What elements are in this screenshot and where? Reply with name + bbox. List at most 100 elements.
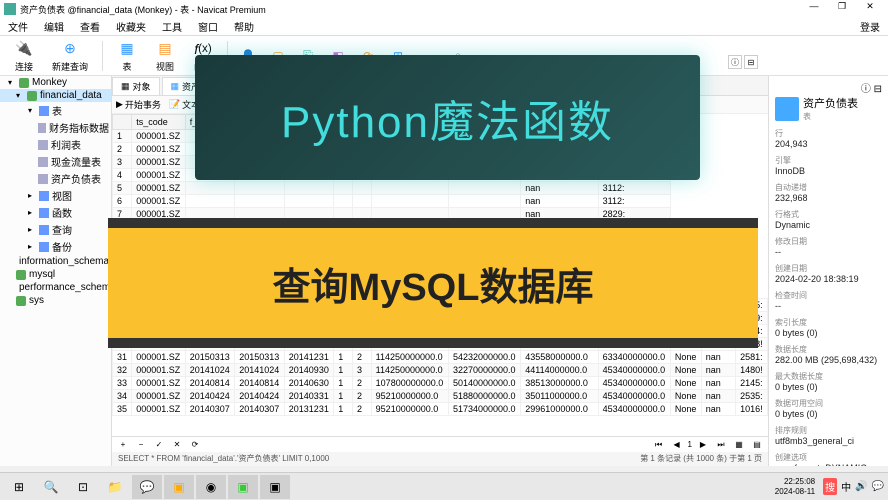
tree-db-item[interactable]: information_schema <box>0 255 111 268</box>
tree-funcs[interactable]: ▸函数 <box>0 204 111 221</box>
overlay-python: Python魔法函数 <box>195 55 700 180</box>
nav-form-mode[interactable]: ▤ <box>750 440 764 449</box>
login-button[interactable]: 登录 <box>852 19 888 34</box>
table-button[interactable]: ▦ 表 <box>109 37 145 75</box>
folder-icon <box>39 106 49 116</box>
nav-next[interactable]: ▶ <box>696 440 710 449</box>
tree-queries[interactable]: ▸查询 <box>0 221 111 238</box>
table-leaf-icon <box>38 157 48 167</box>
table-icon: ▦ <box>117 39 137 59</box>
overlay-query: 查询MySQL数据库 <box>108 218 758 348</box>
start-button[interactable]: ⊞ <box>4 475 34 499</box>
nav-grid-mode[interactable]: ▦ <box>732 440 746 449</box>
grid-icon: ▦ <box>121 81 130 92</box>
maximize-button[interactable]: ❐ <box>828 1 856 17</box>
folder-icon <box>39 242 49 252</box>
tree-table-item[interactable]: 资产负债表 <box>0 170 111 187</box>
tray-icon[interactable]: 中 <box>841 479 851 494</box>
page-num: 1 <box>688 440 692 449</box>
table-row[interactable]: 6000001.SZnan3112: <box>113 195 768 208</box>
tree-table-item[interactable]: 利润表 <box>0 136 111 153</box>
table-row[interactable]: 32000001.SZ20141024201410242014093013114… <box>113 364 768 377</box>
properties-panel: ⓘ ⊟ 资产负债表 表 行204,943 引擎InnoDB 自动递增232,96… <box>768 76 888 466</box>
folder-icon <box>39 208 49 218</box>
connect-label: 连接 <box>15 60 33 73</box>
table-row[interactable]: 31000001.SZ20150313201503132014123112114… <box>113 351 768 364</box>
column-header[interactable]: ts_code <box>132 115 186 130</box>
system-tray[interactable]: 搜 中 🔊 💬 <box>823 478 884 495</box>
column-header[interactable] <box>113 115 132 130</box>
tree-tables[interactable]: ▾表 <box>0 102 111 119</box>
explorer-button[interactable]: 📁 <box>100 475 130 499</box>
minimize-button[interactable]: — <box>800 1 828 17</box>
panel-close-icon[interactable]: ⊟ <box>874 84 882 95</box>
tree-db-item[interactable]: performance_schema <box>0 281 111 294</box>
nav-add[interactable]: + <box>116 440 130 449</box>
tree-root[interactable]: ▾Monkey <box>0 76 111 89</box>
clock[interactable]: 22:25:08 2024-08-11 <box>769 477 821 496</box>
record-navigator: + − ✓ ✕ ⟳ ⏮ ◀ 1 ▶ ⏭ ▦ ▤ <box>112 436 768 452</box>
query-icon: ⊕ <box>60 39 80 59</box>
nav-prev[interactable]: ◀ <box>670 440 684 449</box>
pager-close[interactable]: ⊟ <box>744 55 758 69</box>
table-leaf-icon <box>38 123 46 133</box>
play-icon: ▶ <box>116 99 123 110</box>
navicat-button[interactable]: ▣ <box>164 475 194 499</box>
folder-icon <box>39 225 49 235</box>
menu-help[interactable]: 帮助 <box>226 19 262 34</box>
pager-info[interactable]: ⓘ <box>728 55 742 69</box>
menu-file[interactable]: 文件 <box>0 19 36 34</box>
status-records: 第 1 条记录 (共 1000 条) 于第 1 页 <box>640 453 762 465</box>
view-button[interactable]: ▤ 视图 <box>147 37 183 75</box>
plug-icon: 🔌 <box>14 39 34 59</box>
notif-icon[interactable]: 💬 <box>872 481 884 492</box>
nav-cancel[interactable]: ✕ <box>170 440 184 449</box>
connect-button[interactable]: 🔌 连接 <box>6 37 42 75</box>
menu-tools[interactable]: 工具 <box>154 19 190 34</box>
nav-check[interactable]: ✓ <box>152 440 166 449</box>
wechat-button[interactable]: 💬 <box>132 475 162 499</box>
nav-last[interactable]: ⏭ <box>714 440 728 450</box>
app-icon <box>4 3 16 15</box>
nav-first[interactable]: ⏮ <box>652 440 666 450</box>
menu-favorites[interactable]: 收藏夹 <box>108 19 154 34</box>
database-icon <box>16 296 26 306</box>
table-leaf-icon <box>38 174 48 184</box>
menu-view[interactable]: 查看 <box>72 19 108 34</box>
tree-table-item[interactable]: 现金流量表 <box>0 153 111 170</box>
ime-icon[interactable]: 搜 <box>823 478 837 495</box>
pycharm-button[interactable]: ▣ <box>228 475 258 499</box>
table-row[interactable]: 35000001.SZ20140307201403072013123112952… <box>113 403 768 416</box>
tree-db[interactable]: ▾financial_data <box>0 89 111 102</box>
other-button[interactable]: ▣ <box>260 475 290 499</box>
taskview-button[interactable]: ⊡ <box>68 475 98 499</box>
prop-title: 资产负债表 <box>803 95 858 111</box>
table-large-icon <box>775 97 799 121</box>
tab-objects[interactable]: ▦对象 <box>112 77 160 95</box>
tree-table-item[interactable]: 财务指标数据 <box>0 119 111 136</box>
server-icon <box>19 78 29 88</box>
subtab-begin[interactable]: ▶开始事务 <box>116 98 161 111</box>
table-row[interactable]: 33000001.SZ20140814201408142014063012107… <box>113 377 768 390</box>
folder-icon <box>39 191 49 201</box>
tray-icon[interactable]: 🔊 <box>855 481 867 492</box>
database-icon <box>27 91 37 101</box>
tree-db-item[interactable]: mysql <box>0 268 111 281</box>
menu-window[interactable]: 窗口 <box>190 19 226 34</box>
table-icon: ▦ <box>171 81 180 92</box>
menu-edit[interactable]: 编辑 <box>36 19 72 34</box>
obs-button[interactable]: ◉ <box>196 475 226 499</box>
table-row[interactable]: 5000001.SZnan3112: <box>113 182 768 195</box>
tree-backups[interactable]: ▸备份 <box>0 238 111 255</box>
panel-info-icon[interactable]: ⓘ <box>861 84 871 95</box>
newquery-button[interactable]: ⊕ 新建查询 <box>44 37 96 75</box>
window-title: 资产负债表 @financial_data (Monkey) - 表 - Nav… <box>20 3 800 16</box>
tree-views[interactable]: ▸视图 <box>0 187 111 204</box>
tree-db-item[interactable]: sys <box>0 294 111 307</box>
search-button[interactable]: 🔍 <box>36 475 66 499</box>
nav-refresh[interactable]: ⟳ <box>188 440 202 449</box>
status-sql: SELECT * FROM 'financial_data'.'资产负债表' L… <box>118 453 329 465</box>
table-row[interactable]: 34000001.SZ20140424201404242014033112952… <box>113 390 768 403</box>
nav-del[interactable]: − <box>134 440 148 449</box>
close-button[interactable]: ✕ <box>856 1 884 17</box>
